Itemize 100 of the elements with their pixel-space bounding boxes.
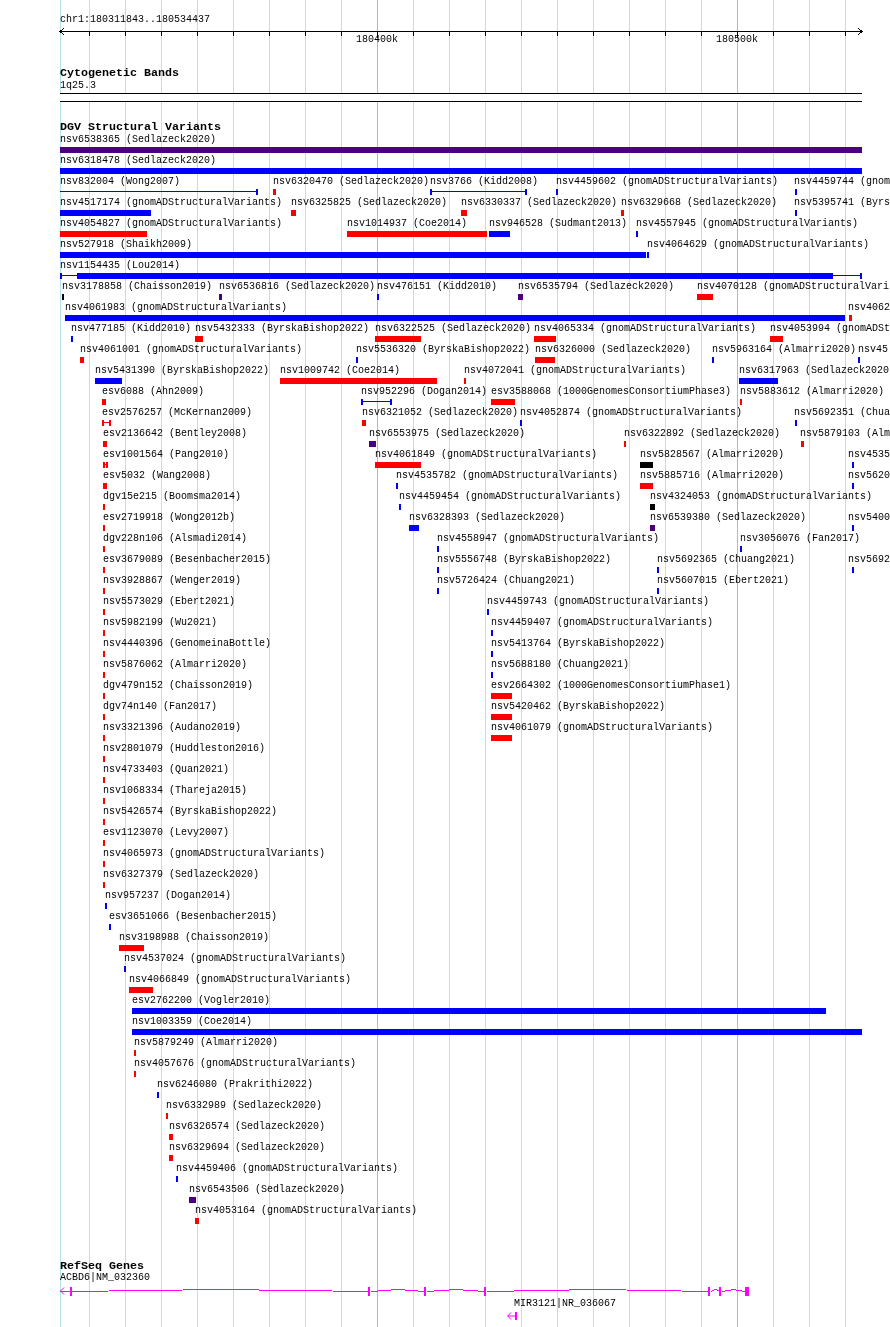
variant-label: nsv4535	[848, 449, 890, 461]
variant-label: dgv228n106 (Alsmadi2014)	[103, 533, 248, 545]
variant-label: nsv5426574 (ByrskaBishop2022)	[103, 806, 278, 818]
variant-label: dgv479n152 (Chaisson2019)	[103, 680, 254, 692]
variant-label: nsv5828567 (Almarri2020)	[640, 449, 785, 461]
variant-label: nsv4061849 (gnomADStructuralVariants)	[375, 449, 598, 461]
variant-label: nsv4072041 (gnomADStructuralVariants)	[464, 365, 687, 377]
variant-label: esv2762200 (Vogler2010)	[132, 995, 271, 1007]
variant-label: nsv5692351 (Chua	[794, 407, 890, 419]
variant-label: nsv5620	[848, 470, 890, 482]
variant-label: nsv45	[858, 344, 888, 356]
variant-label: nsv4733403 (Quan2021)	[103, 764, 230, 776]
variant-label: dgv15e215 (Boomsma2014)	[103, 491, 242, 503]
variant-label: nsv4054827 (gnomADStructuralVariants)	[60, 218, 283, 230]
variant-label: nsv5692365 (Chuang2021)	[657, 554, 796, 566]
variant-label: nsv5688180 (Chuang2021)	[491, 659, 630, 671]
variant-label: nsv3056076 (Fan2017)	[740, 533, 861, 545]
variant-label: nsv6553975 (Sedlazeck2020)	[369, 428, 526, 440]
variant-label: nsv4459406 (gnomADStructuralVariants)	[176, 1163, 399, 1175]
variant-label: nsv5432333 (ByrskaBishop2022)	[195, 323, 370, 335]
variant-label: esv3651066 (Besenbacher2015)	[109, 911, 278, 923]
variant-span[interactable]	[60, 189, 258, 195]
variant-label: nsv4064629 (gnomADStructuralVariants)	[647, 239, 870, 251]
variant-label: nsv4459602 (gnomADStructuralVariants)	[556, 176, 779, 188]
variant-label: nsv4066849 (gnomADStructuralVariants)	[129, 974, 352, 986]
variant-label: nsv4057676 (gnomADStructuralVariants)	[134, 1058, 357, 1070]
variant-label: nsv6326000 (Sedlazeck2020)	[535, 344, 692, 356]
variant-label: nsv6329668 (Sedlazeck2020)	[621, 197, 778, 209]
cytoband-label: 1q25.3	[60, 80, 96, 92]
variant-label: nsv476151 (Kidd2010)	[377, 281, 498, 293]
variant-label: esv2664302 (1000GenomesConsortiumPhase1)	[491, 680, 732, 692]
variant-label: nsv946528 (Sudmant2013)	[489, 218, 628, 230]
variant-span[interactable]	[430, 189, 527, 195]
variant-label: nsv6322892 (Sedlazeck2020)	[624, 428, 781, 440]
variant-label: nsv477185 (Kidd2010)	[71, 323, 192, 335]
gene-model-drawing[interactable]	[58, 1284, 752, 1298]
variant-label: nsv5556748 (ByrskaBishop2022)	[437, 554, 612, 566]
variant-label: nsv3178858 (Chaisson2019)	[62, 281, 213, 293]
variant-label: nsv6317963 (Sedlazeck2020	[739, 365, 890, 377]
variant-label: nsv6332989 (Sedlazeck2020)	[166, 1100, 323, 1112]
variant-label: nsv3928867 (Wenger2019)	[103, 575, 242, 587]
variant-label: nsv5607015 (Ebert2021)	[657, 575, 790, 587]
variant-label: nsv3198988 (Chaisson2019)	[119, 932, 270, 944]
variant-label: nsv6330337 (Sedlazeck2020)	[461, 197, 618, 209]
variant-label: nsv5692	[848, 554, 890, 566]
track-title: RefSeq Genes	[60, 1261, 144, 1272]
variant-label: nsv5963164 (Almarri2020)	[712, 344, 857, 356]
variant-label: nsv1014937 (Coe2014)	[347, 218, 468, 230]
variant-label: nsv4070128 (gnomADStructuralVari	[697, 281, 890, 293]
variant-label: nsv3321396 (Audano2019)	[103, 722, 242, 734]
variant-label: nsv4061983 (gnomADStructuralVariants)	[65, 302, 288, 314]
gene-label: ACBD6|NM_032360	[60, 1272, 150, 1284]
variant-label: nsv6539380 (Sedlazeck2020)	[650, 512, 807, 524]
variant-label: esv2719918 (Wong2012b)	[103, 512, 236, 524]
variant-label: nsv5879103 (Alm	[800, 428, 890, 440]
variant-label: nsv5536320 (ByrskaBishop2022)	[356, 344, 531, 356]
variant-label: nsv4053164 (gnomADStructuralVariants)	[195, 1205, 418, 1217]
variant-label: nsv6538365 (Sedlazeck2020)	[60, 134, 217, 146]
variant-label: nsv5573029 (Ebert2021)	[103, 596, 236, 608]
variant-label: nsv6246080 (Prakrithi2022)	[157, 1079, 314, 1091]
variant-label: nsv4061079 (gnomADStructuralVariants)	[491, 722, 714, 734]
variant-label: nsv4062	[848, 302, 890, 314]
variant-label: nsv6327379 (Sedlazeck2020)	[103, 869, 260, 881]
variant-label: esv2576257 (McKernan2009)	[102, 407, 253, 419]
variant-label: nsv6318478 (Sedlazeck2020)	[60, 155, 217, 167]
variant-label: nsv6325825 (Sedlazeck2020)	[291, 197, 448, 209]
variant-label: nsv6328393 (Sedlazeck2020)	[409, 512, 566, 524]
variant-label: esv6088 (Ahn2009)	[102, 386, 205, 398]
variant-label: nsv6543506 (Sedlazeck2020)	[189, 1184, 346, 1196]
variant-label: nsv5431390 (ByrskaBishop2022)	[95, 365, 270, 377]
variant-span[interactable]	[361, 399, 392, 405]
variant-label: esv1001564 (Pang2010)	[103, 449, 230, 461]
variant-label: nsv4065334 (gnomADStructuralVariants)	[534, 323, 757, 335]
variant-span[interactable]	[103, 462, 108, 468]
variant-label: nsv4459454 (gnomADStructuralVariants)	[399, 491, 622, 503]
variant-label: nsv5876062 (Almarri2020)	[103, 659, 248, 671]
variant-label: nsv1009742 (Coe2014)	[280, 365, 401, 377]
variant-label: nsv2801079 (Huddleston2016)	[103, 743, 266, 755]
variant-label: nsv5982199 (Wu2021)	[103, 617, 218, 629]
variant-label: nsv1003359 (Coe2014)	[132, 1016, 253, 1028]
variant-label: nsv5879249 (Almarri2020)	[134, 1037, 279, 1049]
variant-label: nsv4052874 (gnomADStructuralVariants)	[520, 407, 743, 419]
variant-label: nsv5420462 (ByrskaBishop2022)	[491, 701, 666, 713]
variant-label: nsv4558947 (gnomADStructuralVariants)	[437, 533, 660, 545]
variant-label: esv3588068 (1000GenomesConsortiumPhase3)	[491, 386, 732, 398]
variant-label: nsv5885716 (Almarri2020)	[640, 470, 785, 482]
variant-span[interactable]	[102, 420, 111, 426]
variant-bar[interactable]	[60, 273, 862, 279]
variant-label: esv3679089 (Besenbacher2015)	[103, 554, 272, 566]
variant-label: nsv952296 (Dogan2014)	[361, 386, 488, 398]
variant-label: nsv3766 (Kidd2008)	[430, 176, 539, 188]
variant-label: nsv4459744 (gnom	[794, 176, 890, 188]
variant-label: nsv4440396 (GenomeinaBottle)	[103, 638, 272, 650]
variant-label: dgv74n140 (Fan2017)	[103, 701, 218, 713]
variant-label: nsv527918 (Shaikh2009)	[60, 239, 193, 251]
variant-label: nsv4324053 (gnomADStructuralVariants)	[650, 491, 873, 503]
left-arrow-icon[interactable]	[507, 1311, 517, 1321]
variant-label: esv5032 (Wang2008)	[103, 470, 212, 482]
variant-label: nsv5883612 (Almarri2020)	[740, 386, 885, 398]
ruler-tick-label: 180400k	[356, 34, 398, 46]
